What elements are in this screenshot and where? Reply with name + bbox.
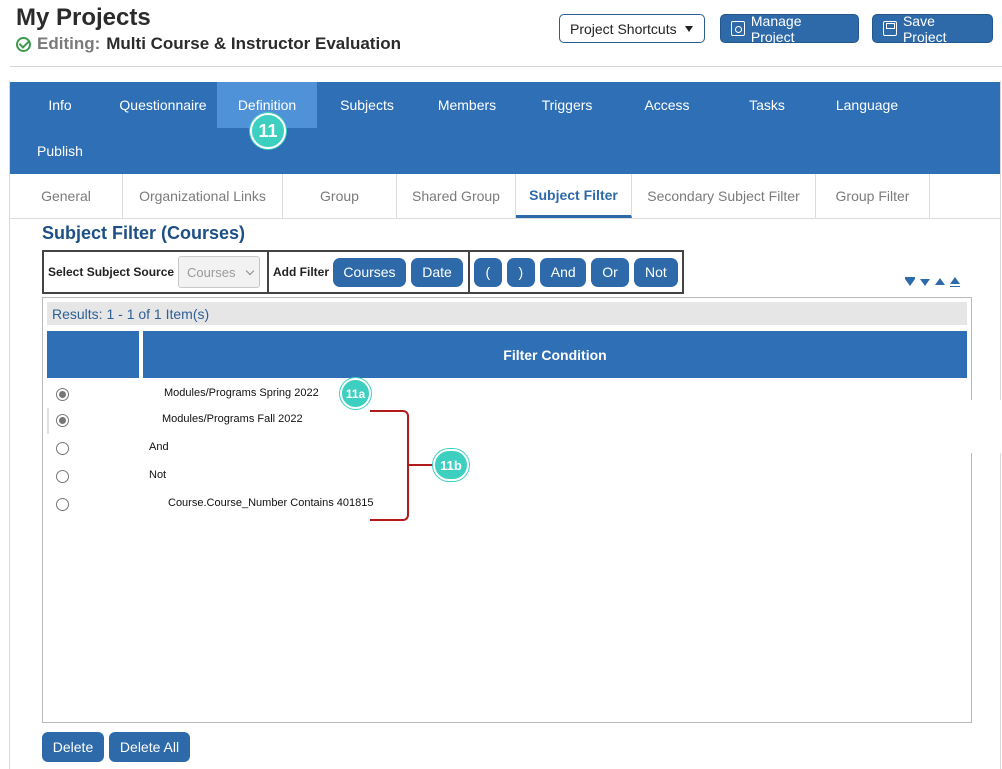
row-indicator bbox=[47, 408, 49, 434]
subject-source-select[interactable]: Courses bbox=[178, 256, 261, 288]
nav-tab-questionnaire[interactable]: Questionnaire bbox=[113, 82, 213, 128]
nav-tab-tasks[interactable]: Tasks bbox=[717, 82, 817, 128]
floppy-disk-icon bbox=[883, 21, 897, 36]
chevron-down-icon bbox=[245, 266, 255, 276]
save-project-button[interactable]: Save Project bbox=[872, 12, 993, 45]
close-paren-button[interactable]: ) bbox=[506, 257, 536, 287]
nav-tab-publish[interactable]: Publish bbox=[10, 128, 110, 174]
sort-controls bbox=[904, 277, 961, 287]
subtab-group-filter[interactable]: Group Filter bbox=[816, 174, 930, 218]
project-shortcuts-dropdown[interactable]: Project Shortcuts bbox=[559, 14, 705, 43]
subtab-subject-filter[interactable]: Subject Filter bbox=[516, 174, 632, 218]
check-circle-icon bbox=[16, 36, 31, 52]
subtab-secondary-subject-filter[interactable]: Secondary Subject Filter bbox=[632, 174, 816, 218]
filter-grid: Results: 1 - 1 of 1 Item(s) Filter Condi… bbox=[42, 297, 972, 723]
subtab-organizational-links[interactable]: Organizational Links bbox=[123, 174, 283, 218]
filter-condition-text: Not bbox=[149, 469, 167, 481]
grid-edge-mask bbox=[968, 400, 1002, 453]
nav-tab-info[interactable]: Info bbox=[10, 82, 110, 128]
caret-down-icon bbox=[685, 26, 693, 32]
subject-source-value: Courses bbox=[187, 264, 236, 280]
manage-project-button[interactable]: Manage Project bbox=[720, 12, 859, 45]
row-radio[interactable] bbox=[56, 414, 69, 427]
project-name: Multi Course & Instructor Evaluation bbox=[106, 34, 401, 53]
row-radio[interactable] bbox=[56, 442, 69, 455]
results-count: Results: 1 - 1 of 1 Item(s) bbox=[47, 302, 967, 325]
step-badge-11b: 11b bbox=[433, 449, 469, 481]
subject-source-group: Select Subject Source Courses bbox=[44, 252, 269, 292]
project-shortcuts-label: Project Shortcuts bbox=[570, 20, 677, 37]
nav-tab-access[interactable]: Access bbox=[617, 82, 717, 128]
row-radio[interactable] bbox=[56, 388, 69, 401]
sub-tabs: General Organizational Links Group Share… bbox=[10, 174, 1000, 219]
header-divider bbox=[10, 66, 1002, 67]
delete-button[interactable]: Delete bbox=[42, 732, 104, 762]
filter-condition-text: Modules/Programs Spring 2022 bbox=[164, 387, 319, 399]
gear-doc-icon bbox=[731, 21, 745, 36]
editing-label: Editing: bbox=[37, 34, 101, 53]
filter-condition-text: And bbox=[149, 441, 169, 453]
annotation-bracket-tick bbox=[408, 464, 434, 466]
select-column-header bbox=[47, 331, 139, 378]
filter-condition-header: Filter Condition bbox=[143, 331, 967, 378]
section-title: Subject Filter (Courses) bbox=[42, 223, 246, 243]
page: My Projects Editing: Multi Course & Inst… bbox=[0, 0, 1002, 769]
table-row[interactable]: Course.Course_Number Contains 401815 bbox=[47, 492, 967, 518]
add-courses-button[interactable]: Courses bbox=[333, 257, 406, 287]
open-paren-button[interactable]: ( bbox=[474, 257, 502, 287]
row-radio[interactable] bbox=[56, 470, 69, 483]
subtab-shared-group[interactable]: Shared Group bbox=[397, 174, 516, 218]
step-badge-11: 11 bbox=[250, 113, 286, 149]
manage-project-label: Manage Project bbox=[750, 12, 802, 45]
nav-tab-language[interactable]: Language bbox=[817, 82, 917, 128]
nav-tab-subjects[interactable]: Subjects bbox=[317, 82, 417, 128]
table-row[interactable]: Modules/Programs Spring 2022 bbox=[47, 382, 967, 408]
and-button[interactable]: And bbox=[540, 257, 587, 287]
page-title: My Projects bbox=[16, 4, 151, 31]
subtab-group[interactable]: Group bbox=[283, 174, 397, 218]
save-project-label: Save Project bbox=[902, 12, 947, 45]
filter-condition-text: Course.Course_Number Contains 401815 bbox=[168, 497, 374, 509]
move-bottom-icon[interactable] bbox=[904, 277, 916, 287]
row-radio[interactable] bbox=[56, 498, 69, 511]
table-row[interactable]: Modules/Programs Fall 2022 bbox=[47, 408, 967, 434]
or-button[interactable]: Or bbox=[591, 257, 629, 287]
delete-all-button[interactable]: Delete All bbox=[109, 732, 190, 762]
add-date-button[interactable]: Date bbox=[411, 257, 463, 287]
add-filter-label: Add Filter bbox=[273, 265, 329, 279]
subtab-general[interactable]: General bbox=[10, 174, 123, 218]
editing-line: Editing: Multi Course & Instructor Evalu… bbox=[16, 34, 401, 54]
main-nav: Info Questionnaire Definition Subjects M… bbox=[10, 82, 1000, 174]
move-down-icon[interactable] bbox=[919, 277, 931, 287]
step-badge-11a: 11a bbox=[340, 378, 371, 409]
add-filter-group: Add Filter Courses Date bbox=[269, 252, 470, 292]
filter-toolbar: Select Subject Source Courses Add Filter… bbox=[42, 250, 684, 294]
table-row[interactable]: Not bbox=[47, 464, 967, 490]
move-top-icon[interactable] bbox=[949, 277, 961, 287]
operator-group: ( ) And Or Not bbox=[470, 252, 682, 292]
filter-condition-text: Modules/Programs Fall 2022 bbox=[162, 413, 303, 425]
nav-tab-triggers[interactable]: Triggers bbox=[517, 82, 617, 128]
table-row[interactable]: And bbox=[47, 436, 967, 462]
not-button[interactable]: Not bbox=[633, 257, 678, 287]
annotation-bracket bbox=[370, 410, 409, 521]
nav-tab-members[interactable]: Members bbox=[417, 82, 517, 128]
subject-source-label: Select Subject Source bbox=[48, 265, 175, 279]
move-up-icon[interactable] bbox=[934, 277, 946, 287]
